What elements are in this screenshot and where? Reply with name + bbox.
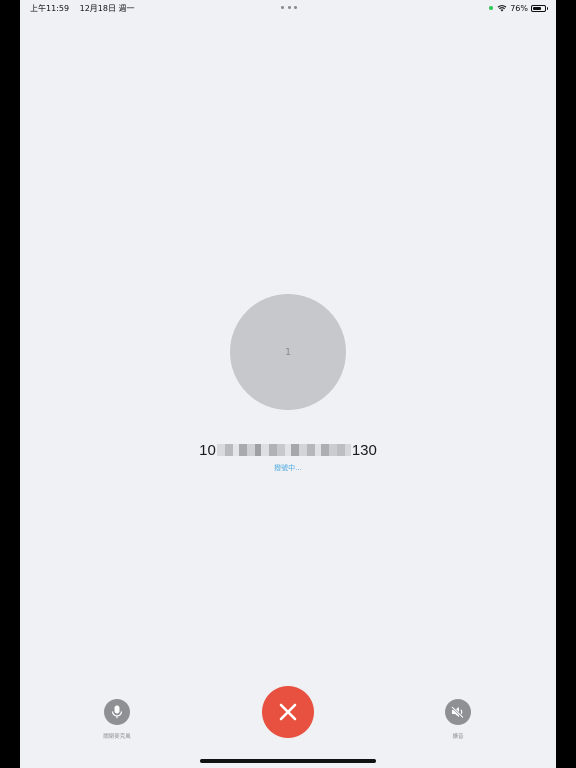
caller-number: 10 130 <box>20 440 556 460</box>
call-screen: 上午11:59 12月18日 週一 76% 1 10 130 撥號中... 關閉… <box>20 0 556 768</box>
home-indicator[interactable] <box>200 759 376 763</box>
speaker-label: 擴音 <box>452 734 464 740</box>
status-date: 12月18日 週一 <box>79 4 135 13</box>
close-icon <box>279 703 297 721</box>
number-prefix: 10 <box>199 441 216 459</box>
avatar-label: 1 <box>284 346 292 358</box>
hangup-button[interactable] <box>262 686 314 738</box>
status-time: 上午11:59 <box>30 4 70 13</box>
speaker-control[interactable]: 擴音 <box>428 699 488 740</box>
number-suffix: 130 <box>351 441 377 459</box>
call-status: 撥號中... <box>274 464 302 472</box>
battery-fill <box>533 6 542 10</box>
status-indicators: 76% <box>489 3 548 13</box>
battery-icon <box>531 4 548 12</box>
speaker-muted-icon <box>451 706 464 718</box>
wifi-icon <box>497 5 507 12</box>
mute-control[interactable]: 關閉麥克風 <box>87 699 147 740</box>
redacted-number-block <box>216 444 351 456</box>
status-bar: 上午11:59 12月18日 週一 76% <box>20 0 556 16</box>
caller-avatar: 1 <box>230 294 346 410</box>
mute-button[interactable] <box>104 699 130 725</box>
speaker-button[interactable] <box>445 699 471 725</box>
microphone-icon <box>111 705 123 719</box>
battery-percent: 76% <box>510 3 528 13</box>
mute-label: 關閉麥克風 <box>103 734 131 740</box>
status-time-date: 上午11:59 12月18日 週一 <box>30 3 143 14</box>
multitasking-dots-icon[interactable] <box>281 6 297 10</box>
camera-in-use-icon <box>489 6 494 10</box>
